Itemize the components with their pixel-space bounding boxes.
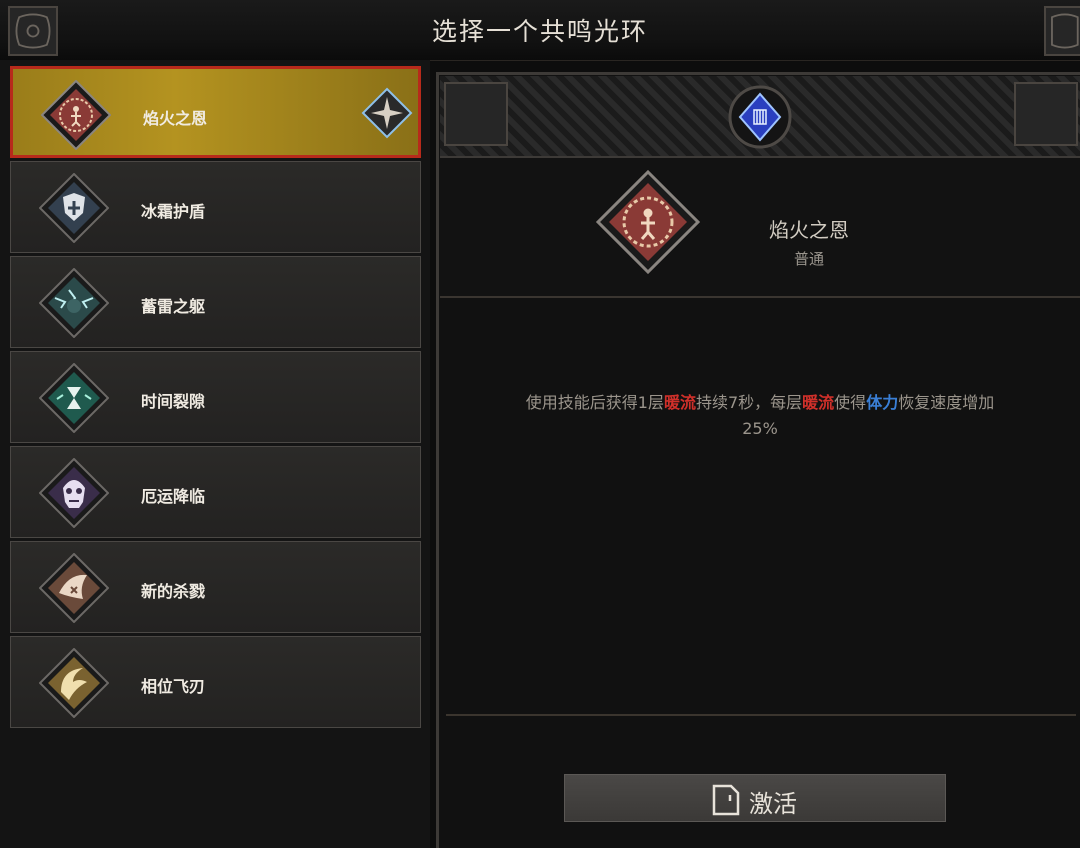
aura-item-flame-grace[interactable]: 焰火之恩 <box>10 66 421 158</box>
aura-item-doom[interactable]: 厄运降临 <box>10 446 421 538</box>
flame-grace-large-icon <box>596 170 700 274</box>
desc-text: 恢复速度增加 <box>898 393 995 412</box>
title-bar: 选择一个共鸣光环 <box>0 0 1080 61</box>
keyword-stamina: 体力 <box>866 393 899 412</box>
activate-button[interactable]: 激活 <box>564 774 946 822</box>
doom-skull-icon <box>39 458 109 528</box>
aura-item-frost-shield[interactable]: 冰霜护盾 <box>10 161 421 253</box>
desc-text: 使得 <box>834 393 867 412</box>
aura-name: 焰火之恩 <box>769 218 849 242</box>
aura-label: 相位飞刃 <box>141 677 206 696</box>
keyword-warm-flow: 暖流 <box>802 393 835 412</box>
resonance-gem-icon <box>728 85 792 149</box>
aura-item-new-slaughter[interactable]: 新的杀戮 <box>10 541 421 633</box>
page-title: 选择一个共鸣光环 <box>431 17 648 46</box>
aura-item-thunder-body[interactable]: 蓄雷之躯 <box>10 256 421 348</box>
selected-compass-icon <box>361 87 413 139</box>
thunder-body-icon <box>39 268 109 338</box>
frost-shield-icon <box>39 173 109 243</box>
aura-description: 使用技能后获得1层暖流持续7秒，每层暖流使得体力恢复速度增加 25% <box>460 390 1060 442</box>
desc-text: 使用技能后获得1层 <box>525 393 664 412</box>
desc-text: 持续7秒，每层 <box>695 393 803 412</box>
aura-label: 冰霜护盾 <box>141 202 206 221</box>
activate-label: 激活 <box>749 790 797 818</box>
keyword-warm-flow: 暖流 <box>663 393 696 412</box>
aura-label: 焰火之恩 <box>143 109 208 128</box>
ornament-right-icon <box>1044 6 1080 56</box>
aura-label: 新的杀戮 <box>141 582 206 601</box>
aura-rarity: 普通 <box>793 250 824 268</box>
aura-item-phase-blade[interactable]: 相位飞刃 <box>10 636 421 728</box>
key-prompt-icon <box>712 784 740 816</box>
divider <box>446 714 1076 716</box>
new-slaughter-icon <box>39 553 109 623</box>
aura-label: 厄运降临 <box>141 487 206 506</box>
aura-label: 时间裂隙 <box>141 392 206 411</box>
band-cap-left <box>444 82 508 146</box>
phase-blade-icon <box>39 648 109 718</box>
aura-item-time-rift[interactable]: 时间裂隙 <box>10 351 421 443</box>
flame-grace-icon <box>41 80 111 150</box>
time-rift-icon <box>39 363 109 433</box>
desc-text: 25% <box>742 419 778 438</box>
aura-list: 焰火之恩 冰霜护盾 蓄雷之躯 时间裂隙 厄运降临 新的杀戮 相位飞刃 <box>0 60 430 848</box>
band-cap-right <box>1014 82 1078 146</box>
aura-label: 蓄雷之躯 <box>141 297 206 316</box>
